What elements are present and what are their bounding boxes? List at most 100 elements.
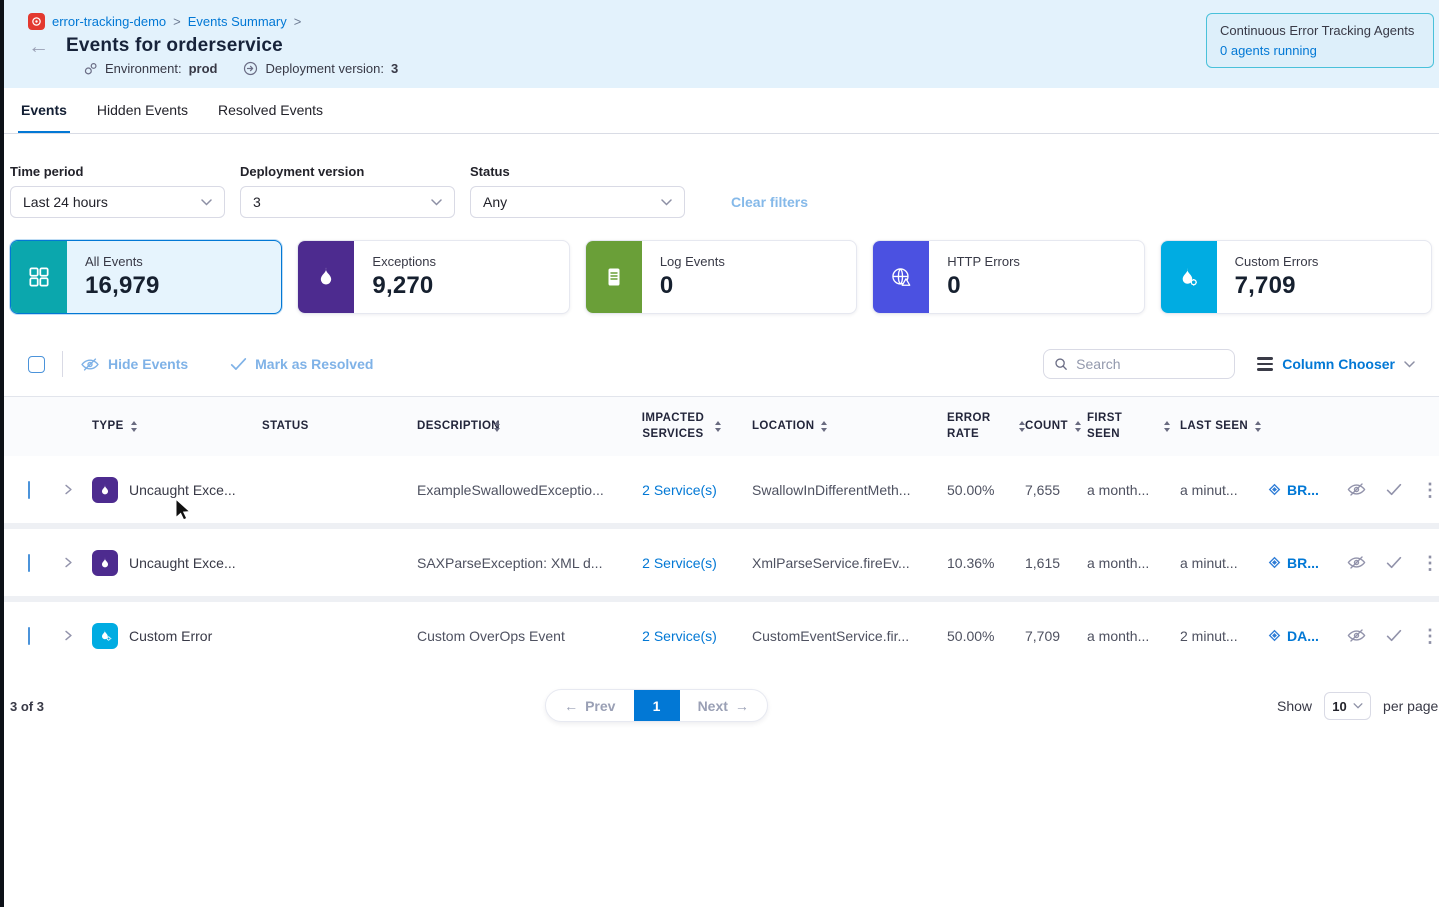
custom-errors-tile [1161,241,1217,313]
chevron-right-icon [62,556,75,569]
card-value: 0 [660,272,725,300]
hide-event-icon[interactable] [1346,554,1367,571]
error-rate: 50.00% [932,628,1025,644]
next-page-button[interactable]: Next→ [680,690,768,721]
ticket-link[interactable]: BR... [1268,555,1340,571]
last-seen: a minut... [1180,555,1268,571]
events-table: TYPE STATUS DESCRIPTION IMPACTED SERVICE… [0,396,1439,669]
search-box[interactable] [1043,349,1235,379]
expand-row-button[interactable] [62,629,92,642]
environment-icon [83,61,98,76]
select-all-checkbox[interactable] [28,356,45,373]
tab-resolved-events[interactable]: Resolved Events [215,88,326,133]
event-row: Custom Error Custom OverOps Event 2 Serv… [0,602,1439,669]
card-custom-errors[interactable]: Custom Errors 7,709 [1160,240,1432,314]
tab-hidden-events[interactable]: Hidden Events [94,88,191,133]
flame-gear-icon [1176,265,1201,290]
globe-icon [889,265,914,290]
card-all-events[interactable]: All Events 16,979 [10,240,282,314]
tab-events[interactable]: Events [18,88,70,133]
next-label: Next [698,698,728,714]
sort-icon[interactable] [1075,421,1081,432]
col-header-last-seen[interactable]: LAST SEEN [1180,419,1268,435]
tab-bar: Events Hidden Events Resolved Events [0,88,1439,134]
page-size-control: Show 10 per page [1277,689,1438,723]
chevron-right-icon [62,483,75,496]
resolve-event-icon[interactable] [1386,629,1402,642]
impacted-services-link[interactable]: 2 Service(s) [642,555,717,571]
eye-slash-icon [80,356,100,373]
resolve-event-icon[interactable] [1386,556,1402,569]
impacted-services-link[interactable]: 2 Service(s) [642,628,717,644]
card-label: HTTP Errors [947,254,1020,269]
last-seen: a minut... [1180,482,1268,498]
page-size-select[interactable]: 10 [1324,692,1371,720]
expand-row-button[interactable] [62,556,92,569]
breadcrumb-project-link[interactable]: error-tracking-demo [52,14,166,29]
resolve-event-icon[interactable] [1386,483,1402,496]
row-menu-icon[interactable]: ⋮ [1421,481,1439,499]
col-header-status[interactable]: STATUS [262,419,417,435]
rows-summary: 3 of 3 [10,699,44,714]
col-header-count[interactable]: COUNT [1025,419,1087,435]
card-log-events[interactable]: Log Events 0 [585,240,857,314]
card-value: 0 [947,272,1020,300]
breadcrumb-separator: > [294,14,302,29]
last-seen: 2 minut... [1180,628,1268,644]
clear-filters-button[interactable]: Clear filters [731,194,808,210]
deployment-version-select[interactable]: 3 [240,186,455,218]
card-exceptions[interactable]: Exceptions 9,270 [297,240,569,314]
row-menu-icon[interactable]: ⋮ [1421,554,1439,572]
sort-icon[interactable] [715,421,721,432]
hide-event-icon[interactable] [1346,481,1367,498]
expand-row-button[interactable] [62,483,92,496]
sort-icon[interactable] [821,421,827,432]
sort-icon[interactable] [131,421,137,432]
col-header-description[interactable]: DESCRIPTION [417,419,637,435]
ticket-link[interactable]: BR... [1268,482,1340,498]
breadcrumb-section-link[interactable]: Events Summary [188,14,287,29]
row-checkbox[interactable] [28,481,30,499]
sort-icon[interactable] [1164,421,1170,432]
table-toolbar: Hide Events Mark as Resolved Column Choo… [0,349,1439,379]
sort-icon[interactable] [494,421,500,432]
deployment-value: 3 [391,61,398,76]
hide-event-icon[interactable] [1346,627,1367,644]
error-rate: 50.00% [932,482,1025,498]
table-footer: 3 of 3 ←Prev 1 Next→ Show 10 per page [0,689,1439,723]
card-http-errors[interactable]: HTTP Errors 0 [872,240,1144,314]
col-header-error-rate[interactable]: ERROR RATE [932,411,1025,442]
column-chooser-button[interactable]: Column Chooser [1257,356,1415,372]
col-header-first-seen[interactable]: FIRST SEEN [1087,411,1180,442]
col-header-location[interactable]: LOCATION [722,419,932,435]
impacted-services-link[interactable]: 2 Service(s) [642,482,717,498]
card-value: 9,270 [372,272,436,300]
sort-icon[interactable] [1255,421,1261,432]
check-icon [230,357,247,371]
ticket-link[interactable]: DA... [1268,628,1340,644]
environment-label: Environment: [105,61,182,76]
chevron-down-icon [1353,703,1363,709]
col-header-type[interactable]: TYPE [92,419,262,435]
event-location: CustomEventService.fir... [722,628,932,644]
row-menu-icon[interactable]: ⋮ [1421,627,1439,645]
row-checkbox[interactable] [28,627,30,645]
col-header-impacted-services[interactable]: IMPACTED SERVICES [637,411,722,442]
card-label: All Events [85,254,160,269]
hide-events-button[interactable]: Hide Events [80,356,188,373]
pagination: ←Prev 1 Next→ [545,689,768,722]
row-checkbox[interactable] [28,554,30,572]
menu-bars-icon [1257,357,1273,370]
agents-running-link[interactable]: 0 agents running [1220,43,1420,58]
status-select[interactable]: Any [470,186,685,218]
time-period-select[interactable]: Last 24 hours [10,186,225,218]
first-seen: a month... [1087,482,1180,498]
back-arrow-icon[interactable]: ← [28,36,49,57]
mark-resolved-button[interactable]: Mark as Resolved [230,356,373,372]
status-value: Any [483,194,507,210]
event-description: Custom OverOps Event [417,628,637,644]
search-input[interactable] [1076,356,1224,372]
page-number-button[interactable]: 1 [634,690,680,721]
prev-page-button[interactable]: ←Prev [546,690,634,721]
card-label: Custom Errors [1235,254,1319,269]
